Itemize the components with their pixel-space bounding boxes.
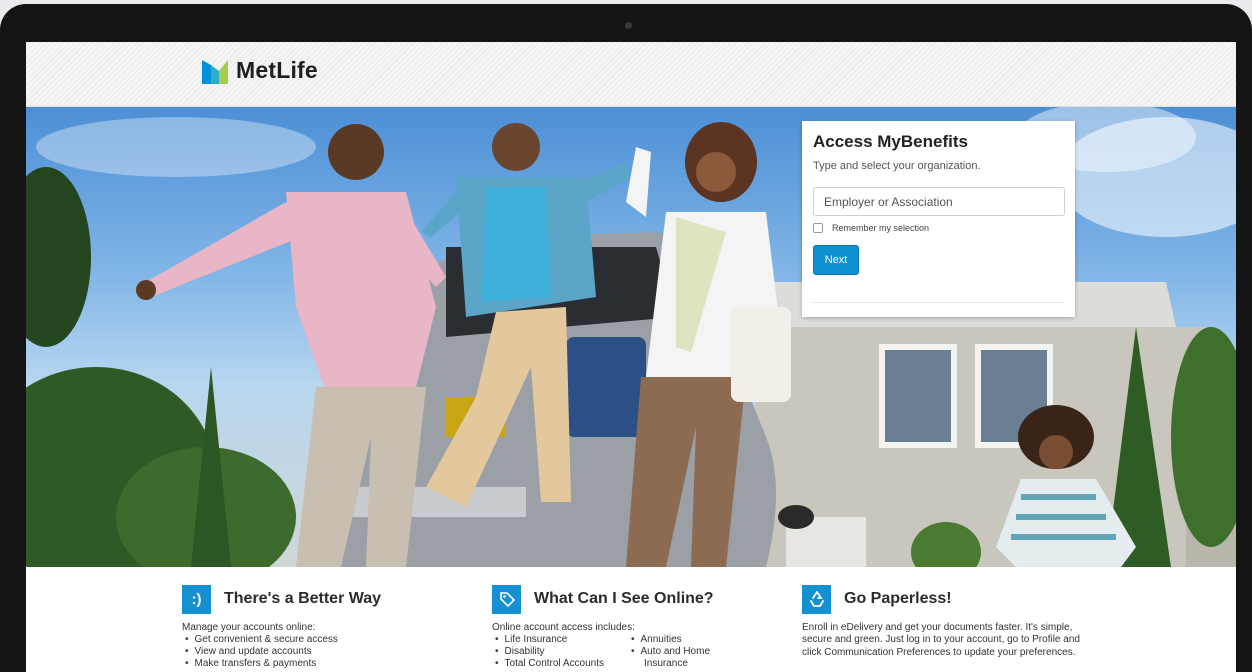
organization-input[interactable]: [813, 187, 1065, 216]
feature-go-paperless: Go Paperless! Enroll in eDelivery and ge…: [802, 583, 1122, 659]
smiley-icon: :): [182, 584, 211, 614]
hero-image: Access MyBenefits Type and select your o…: [26, 107, 1236, 567]
feature-lead: Online account access includes:: [492, 622, 635, 633]
laptop-frame: MetLife Access MyBenefits Type and selec…: [0, 4, 1252, 672]
screen: MetLife Access MyBenefits Type and selec…: [26, 42, 1236, 672]
recycle-icon: [802, 584, 831, 614]
camera-dot: [625, 22, 632, 29]
list-item: View and update accounts: [182, 646, 472, 658]
feature-text: Enroll in eDelivery and get your documen…: [802, 622, 1080, 658]
site-header: MetLife: [26, 42, 1236, 107]
metlife-logo[interactable]: MetLife: [202, 57, 318, 84]
tag-icon: [492, 584, 521, 614]
feature-title: There's a Better Way: [224, 590, 382, 607]
list-item: Make transfers & payments: [182, 658, 472, 670]
feature-list: Life Insurance Annuities Disability Auto…: [492, 634, 782, 670]
feature-better-way: :) There's a Better Way Manage your acco…: [182, 583, 472, 670]
feature-title: What Can I See Online?: [534, 590, 714, 607]
access-mybenefits-panel: Access MyBenefits Type and select your o…: [802, 121, 1075, 317]
list-item: Total Control Accounts: [492, 658, 628, 670]
list-item: Get convenient & secure access: [182, 634, 472, 646]
list-item: Auto and Home: [628, 646, 758, 658]
list-item: Disability: [492, 646, 628, 658]
remember-selection-checkbox[interactable]: [813, 223, 823, 233]
remember-selection-row[interactable]: Remember my selection: [813, 223, 1064, 233]
list-item: Annuities: [628, 634, 758, 646]
next-button[interactable]: Next: [813, 245, 859, 275]
feature-lead: Manage your accounts online:: [182, 622, 316, 633]
feature-title: Go Paperless!: [844, 590, 952, 607]
list-item: Life Insurance: [492, 634, 628, 646]
panel-divider: [813, 302, 1064, 303]
panel-title: Access MyBenefits: [813, 132, 968, 151]
list-item: Insurance: [644, 658, 688, 669]
metlife-logo-icon: [202, 59, 228, 84]
panel-subtitle: Type and select your organization.: [813, 160, 981, 172]
brand-name: MetLife: [236, 57, 318, 83]
feature-what-can-i-see: What Can I See Online? Online account ac…: [492, 583, 782, 670]
feature-section: :) There's a Better Way Manage your acco…: [26, 567, 1236, 672]
remember-selection-label: Remember my selection: [832, 223, 930, 233]
feature-list: Get convenient & secure access View and …: [182, 634, 472, 670]
